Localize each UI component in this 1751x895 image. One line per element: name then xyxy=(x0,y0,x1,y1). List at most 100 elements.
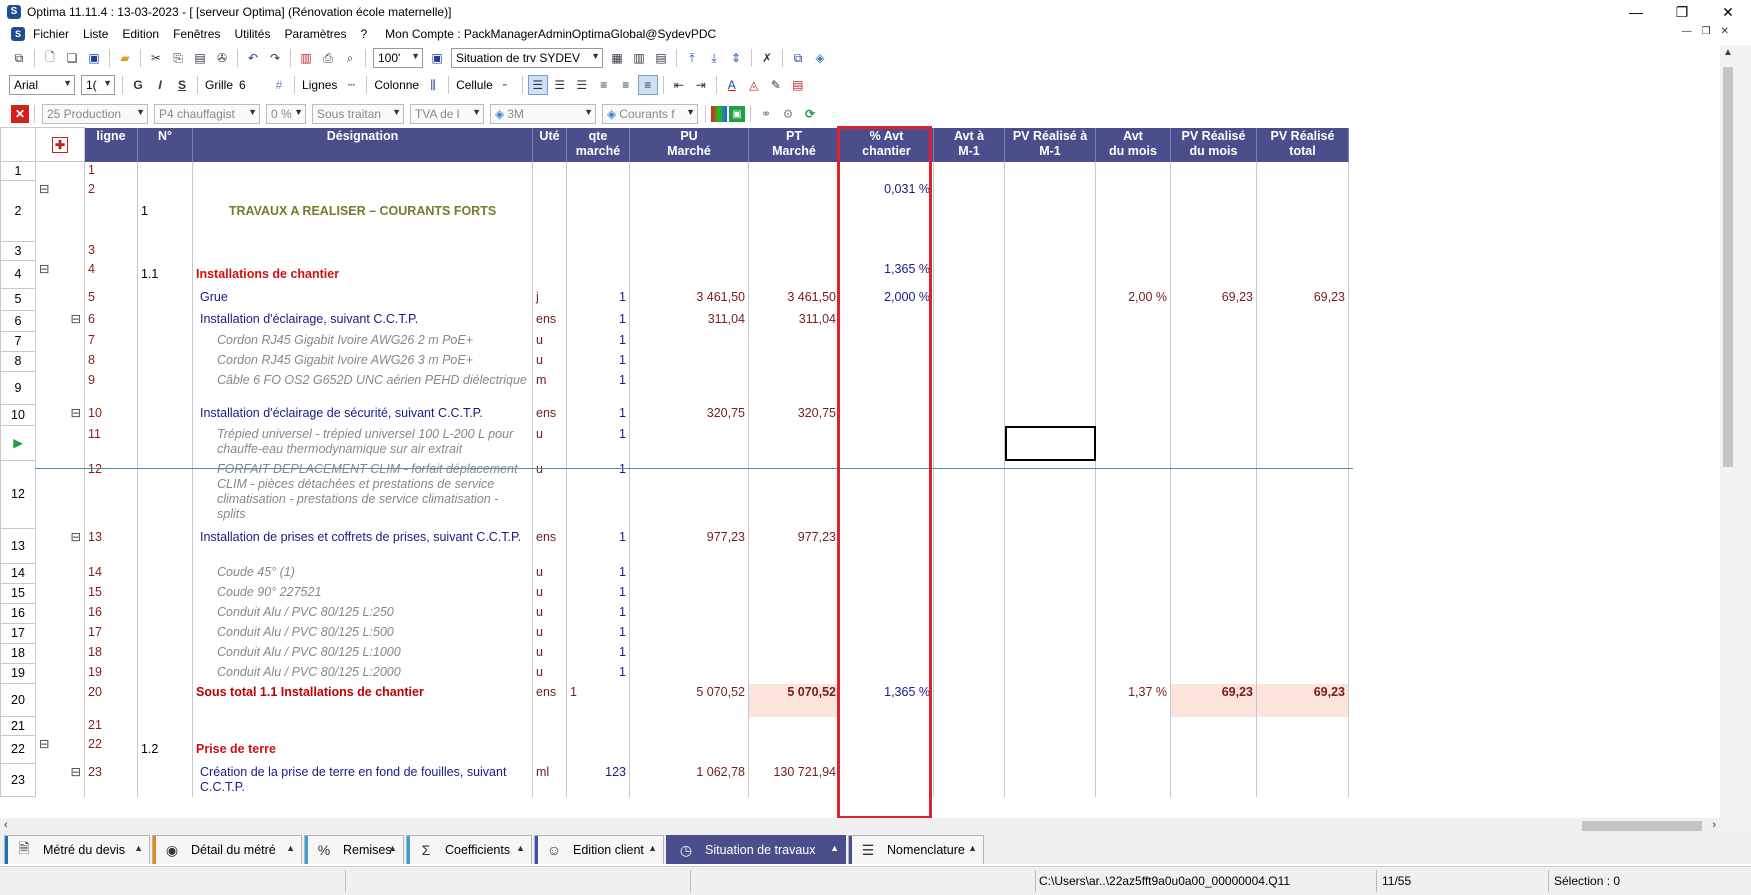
cell-qte[interactable]: 1 xyxy=(566,425,630,461)
cell-avtm1[interactable] xyxy=(933,583,1005,604)
cell-qte[interactable] xyxy=(566,260,630,289)
cell-avtmois[interactable] xyxy=(1095,603,1171,624)
cell-avtm1[interactable] xyxy=(933,404,1005,426)
save-view-icon[interactable]: ▣ xyxy=(427,48,447,68)
cell-pvm1[interactable] xyxy=(1004,735,1096,764)
table-row[interactable]: 6 ⊟ 6 Installation d'éclairage, suivant C.C… xyxy=(0,310,1349,332)
cell-pvm1[interactable] xyxy=(1004,331,1096,352)
cell-pvtot[interactable] xyxy=(1256,763,1349,797)
cell-num[interactable]: 1.1 xyxy=(137,260,193,289)
cell-pvm1[interactable] xyxy=(1004,623,1096,644)
cell-num[interactable] xyxy=(137,161,193,181)
cell-avtmois[interactable]: 1,37 % xyxy=(1095,683,1171,717)
cell-pvtot[interactable] xyxy=(1256,260,1349,289)
cell-pt[interactable] xyxy=(748,331,840,352)
cell-pu[interactable] xyxy=(629,331,749,352)
table-row[interactable]: 21 21 xyxy=(0,716,1349,736)
cell-num[interactable] xyxy=(137,563,193,584)
redo-icon[interactable]: ↷ xyxy=(265,48,285,68)
cell-qte[interactable] xyxy=(566,180,630,242)
cell-num[interactable] xyxy=(137,288,193,311)
cell-ligne[interactable]: 12 xyxy=(84,460,138,529)
grille-value[interactable]: 6 xyxy=(239,78,265,92)
cell-des[interactable]: Création de la prise de terre en fond de… xyxy=(192,763,533,797)
cell-pvtot[interactable] xyxy=(1256,331,1349,352)
cell-des[interactable]: Conduit Alu / PVC 80/125 L:2000 xyxy=(192,663,533,684)
cell-pvm1[interactable] xyxy=(1004,180,1096,242)
cell-pvmois[interactable] xyxy=(1170,563,1257,584)
menu-fichier[interactable]: Fichier xyxy=(33,27,69,41)
cell-avtmois[interactable] xyxy=(1095,425,1171,461)
row-number[interactable]: 3 xyxy=(0,241,36,261)
row-number[interactable]: 20 xyxy=(0,683,36,717)
grid-layout-icon[interactable]: ▦ xyxy=(607,48,627,68)
filter-courants-select[interactable]: ◈ Courants f ▼ xyxy=(602,104,698,124)
cell-pt[interactable] xyxy=(748,603,840,624)
table-row[interactable]: 5 5 Grue j 1 3 461,50 3 461,50 2,000 % 2,00 % 69,… xyxy=(0,288,1349,311)
row-number[interactable]: ▶ xyxy=(0,425,36,461)
cell-avtm1[interactable] xyxy=(933,663,1005,684)
cell-pu[interactable] xyxy=(629,603,749,624)
cell-avt[interactable] xyxy=(839,371,934,405)
strike-button[interactable]: S xyxy=(172,75,192,95)
cell-ligne[interactable]: 16 xyxy=(84,603,138,624)
chevron-up-icon[interactable]: ▲ xyxy=(388,843,397,853)
cell-avt[interactable] xyxy=(839,310,934,332)
cell-qte[interactable]: 1 xyxy=(566,663,630,684)
col-pv-m1[interactable]: PV Réalisé à M-1 xyxy=(1004,127,1096,162)
cell-num[interactable] xyxy=(137,763,193,797)
filter-lot-select[interactable]: P4 chauffagist ▼ xyxy=(154,104,260,124)
table-row[interactable]: 9 9 Câble 6 FO OS2 G652D UNC aérien PEHD d… xyxy=(0,371,1349,405)
cell-pvmois[interactable] xyxy=(1170,583,1257,604)
document-menu-icon[interactable]: S xyxy=(11,27,25,41)
cell-avtm1[interactable] xyxy=(933,460,1005,529)
paste-icon[interactable]: ▤ xyxy=(190,48,210,68)
cell-pvmois[interactable] xyxy=(1170,371,1257,405)
restore-button[interactable]: ❐ xyxy=(1659,0,1705,24)
clear-format-icon[interactable]: ▤ xyxy=(788,75,808,95)
cell-qte[interactable] xyxy=(566,161,630,181)
cell-qte[interactable]: 1 xyxy=(566,371,630,405)
col-pv-total[interactable]: PV Réalisé total xyxy=(1256,127,1349,162)
cell-ute[interactable]: u xyxy=(532,583,567,604)
cell-pvmois[interactable] xyxy=(1170,351,1257,372)
cell-avtmois[interactable] xyxy=(1095,351,1171,372)
bold-button[interactable]: G xyxy=(128,75,148,95)
print-preview-icon[interactable]: ⌕ xyxy=(340,48,360,68)
cell-ute[interactable]: u xyxy=(532,623,567,644)
table-row[interactable]: 16 16 Conduit Alu / PVC 80/125 L:250 u 1 xyxy=(0,603,1349,624)
cell-des[interactable] xyxy=(192,716,533,736)
cell-pu[interactable]: 311,04 xyxy=(629,310,749,332)
row-number[interactable]: 6 xyxy=(0,310,36,332)
cell-pvmois[interactable] xyxy=(1170,310,1257,332)
col-num[interactable]: N° xyxy=(137,127,193,162)
cell-pvtot[interactable]: 69,23 xyxy=(1256,288,1349,311)
copy-document-icon[interactable]: ❏ xyxy=(62,48,82,68)
move-top-icon[interactable]: ⤒ xyxy=(682,48,702,68)
cell-qte[interactable]: 1 xyxy=(566,528,630,564)
cell-pt[interactable] xyxy=(748,241,840,261)
cell-ligne[interactable]: 20 xyxy=(84,683,138,717)
cell-avt[interactable] xyxy=(839,663,934,684)
cell-avtm1[interactable] xyxy=(933,161,1005,181)
cell-pvtot[interactable] xyxy=(1256,180,1349,242)
cell-pu[interactable] xyxy=(629,663,749,684)
cell-num[interactable] xyxy=(137,528,193,564)
cell-pvtot[interactable] xyxy=(1256,603,1349,624)
cell-ligne[interactable]: 21 xyxy=(84,716,138,736)
cell-pu[interactable]: 1 062,78 xyxy=(629,763,749,797)
cell-ligne[interactable]: 15 xyxy=(84,583,138,604)
cell-num[interactable] xyxy=(137,371,193,405)
cell-avtmois[interactable] xyxy=(1095,643,1171,664)
cell-pvmois[interactable] xyxy=(1170,241,1257,261)
cell-des[interactable]: Conduit Alu / PVC 80/125 L:1000 xyxy=(192,643,533,664)
row-number[interactable]: 9 xyxy=(0,371,36,405)
cell-pvm1[interactable] xyxy=(1004,161,1096,181)
expand-all-icon[interactable]: ✚ xyxy=(35,127,85,162)
scroll-right-icon[interactable]: › xyxy=(1712,819,1716,831)
cell-avt[interactable] xyxy=(839,735,934,764)
cell-pvmois[interactable] xyxy=(1170,623,1257,644)
cell-pvm1[interactable] xyxy=(1004,241,1096,261)
cell-avtm1[interactable] xyxy=(933,623,1005,644)
cell-pvm1[interactable] xyxy=(1004,425,1096,461)
